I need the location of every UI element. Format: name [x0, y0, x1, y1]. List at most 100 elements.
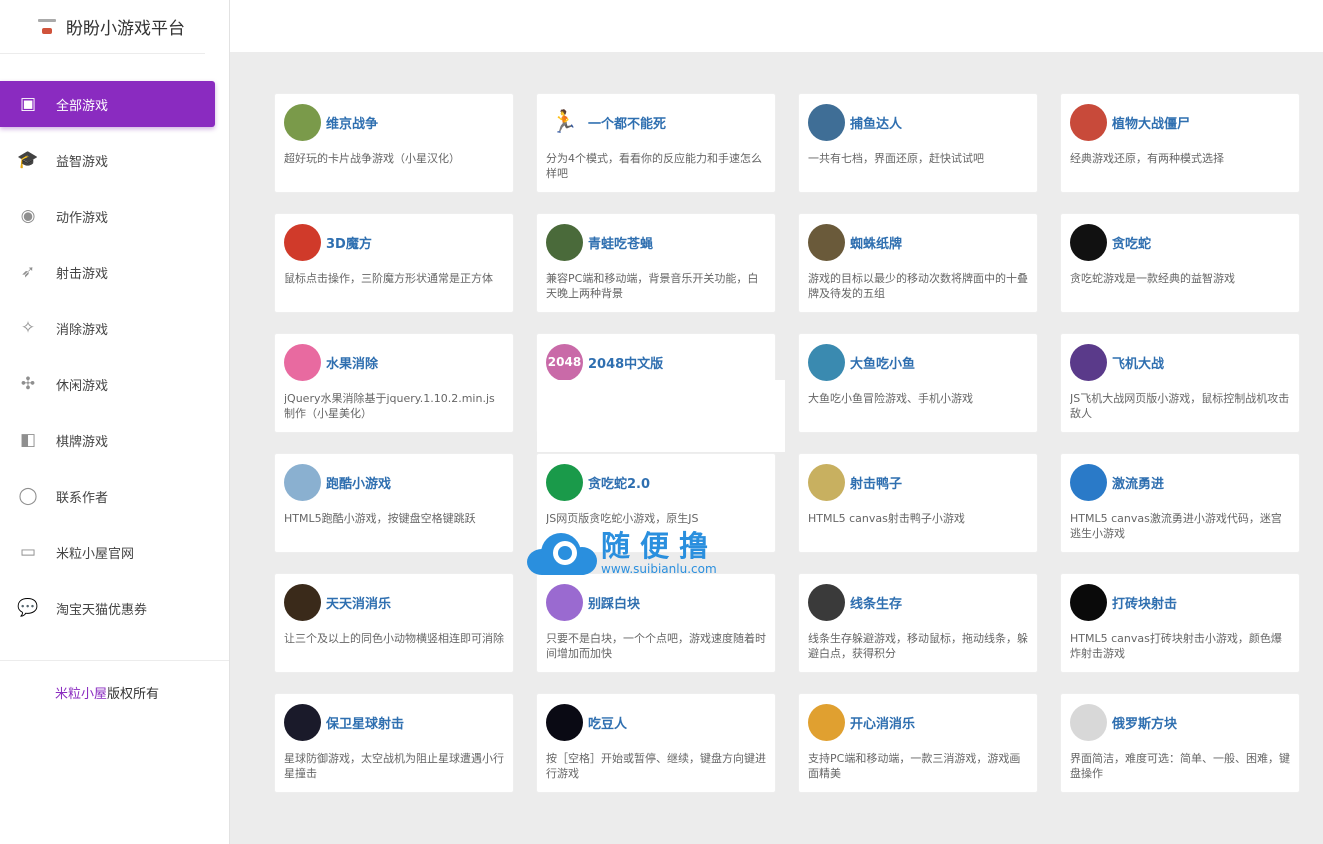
- sidebar-item-9[interactable]: 💬 淘宝天猫优惠券: [0, 585, 215, 631]
- game-title[interactable]: 飞机大战: [1112, 353, 1164, 372]
- game-description: 一共有七档，界面还原，赶快试试吧: [808, 152, 984, 165]
- sidebar-item-label: 休闲游戏: [56, 378, 109, 394]
- laptop-icon: ▭: [19, 542, 37, 562]
- sidebar-item-label: 米粒小屋官网: [56, 546, 135, 562]
- sidebar-item-7[interactable]: ◯ 联系作者: [0, 473, 215, 519]
- game-description: JS网页版贪吃蛇小游戏，原生JS: [546, 512, 699, 525]
- game-title[interactable]: 3D魔方: [326, 233, 372, 252]
- game-card[interactable]: 开心消消乐支持PC端和移动端，一款三消游戏，游戏画面精美: [799, 694, 1037, 792]
- sidebar-item-4[interactable]: ✧ 消除游戏: [0, 305, 215, 351]
- game-card[interactable]: 贪吃蛇2.0 JS网页版贪吃蛇小游戏，原生JS: [537, 454, 775, 552]
- sidebar-item-6[interactable]: ◧ 棋牌游戏: [0, 417, 215, 463]
- game-card[interactable]: 吃豆人 按［空格］开始或暂停、继续，键盘方向键进行游戏: [537, 694, 775, 792]
- game-title[interactable]: 一个都不能死: [588, 113, 666, 132]
- game-description: HTML5 canvas激流勇进小游戏代码，迷宫逃生小游戏: [1070, 512, 1282, 540]
- game-title[interactable]: 跑酷小游戏: [326, 473, 391, 492]
- sidebar-item-label: 益智游戏: [56, 154, 109, 170]
- game-title[interactable]: 线条生存: [850, 593, 902, 612]
- game-title[interactable]: 俄罗斯方块: [1112, 713, 1177, 732]
- game-card[interactable]: 大鱼吃小鱼大鱼吃小鱼冒险游戏、手机小游戏: [799, 334, 1037, 432]
- game-description: HTML5 canvas射击鸭子小游戏: [808, 512, 965, 525]
- game-card[interactable]: 打砖块射击 HTML5 canvas打砖块射击小游戏，颜色爆炸射击游戏: [1061, 574, 1299, 672]
- game-description: JS飞机大战网页版小游戏，鼠标控制战机攻击敌人: [1070, 392, 1290, 420]
- game-title[interactable]: 打砖块射击: [1112, 593, 1177, 612]
- sidebar-item-label: 联系作者: [56, 490, 109, 506]
- game-description: 星球防御游戏，太空战机为阻止星球遭遇小行星撞击: [284, 752, 504, 780]
- game-description: 支持PC端和移动端，一款三消游戏，游戏画面精美: [808, 752, 1021, 780]
- game-card[interactable]: 3D魔方 鼠标点击操作，三阶魔方形状通常是正方体: [275, 214, 513, 312]
- game-title[interactable]: 蜘蛛纸牌: [850, 233, 902, 252]
- game-card[interactable]: 俄罗斯方块界面简洁，难度可选：简单、一般、困难，键盘操作: [1061, 694, 1299, 792]
- game-card[interactable]: 别踩白块只要不是白块，一个个点吧，游戏速度随着时间增加而加快: [537, 574, 775, 672]
- game-thumbnail-icon: [284, 343, 321, 381]
- sidebar-item-label: 动作游戏: [56, 210, 109, 226]
- game-description: 线条生存躲避游戏，移动鼠标，拖动线条，躲避白点，获得积分: [808, 632, 1028, 660]
- game-card[interactable]: 激流勇进 HTML5 canvas激流勇进小游戏代码，迷宫逃生小游戏: [1061, 454, 1299, 552]
- game-card[interactable]: 捕鱼达人一共有七档，界面还原，赶快试试吧: [799, 94, 1037, 192]
- game-description: 只要不是白块，一个个点吧，游戏速度随着时间增加而加快: [546, 632, 766, 660]
- game-card[interactable]: 射击鸭子 HTML5 canvas射击鸭子小游戏: [799, 454, 1037, 552]
- game-card[interactable]: 飞机大战 JS飞机大战网页版小游戏，鼠标控制战机攻击敌人: [1061, 334, 1299, 432]
- game-card[interactable]: 保卫星球射击星球防御游戏，太空战机为阻止星球遭遇小行星撞击: [275, 694, 513, 792]
- sidebar-item-label: 射击游戏: [56, 266, 109, 282]
- game-thumbnail-icon: 2048: [546, 343, 583, 381]
- game-title[interactable]: 植物大战僵尸: [1112, 113, 1190, 132]
- game-thumbnail-icon: [808, 463, 845, 501]
- game-thumbnail-icon: [1070, 223, 1107, 261]
- game-title[interactable]: 开心消消乐: [850, 713, 915, 732]
- game-thumbnail-icon: [546, 583, 583, 621]
- game-thumbnail-icon: [284, 583, 321, 621]
- game-card[interactable]: 🏃 一个都不能死 分为4个模式，看看你的反应能力和手速怎么样吧: [537, 94, 775, 192]
- game-title[interactable]: 大鱼吃小鱼: [850, 353, 915, 372]
- blurred-region: [537, 380, 785, 452]
- copyright-link[interactable]: 米粒小屋: [55, 687, 107, 702]
- game-card[interactable]: 青蛙吃苍蝇 兼容PC端和移动端，背景音乐开关功能，白天晚上两种背景: [537, 214, 775, 312]
- game-title[interactable]: 贪吃蛇: [1112, 233, 1151, 252]
- game-thumbnail-icon: [284, 463, 321, 501]
- game-thumbnail-icon: [808, 223, 845, 261]
- game-title[interactable]: 天天消消乐: [326, 593, 391, 612]
- game-title[interactable]: 激流勇进: [1112, 473, 1164, 492]
- sidebar-item-5[interactable]: ✣ 休闲游戏: [0, 361, 215, 407]
- game-title[interactable]: 青蛙吃苍蝇: [588, 233, 653, 252]
- puzzle-icon: ✧: [20, 318, 36, 338]
- sidebar-item-0[interactable]: ▣ 全部游戏: [0, 81, 215, 127]
- game-title[interactable]: 维京战争: [326, 113, 378, 132]
- game-title[interactable]: 2048中文版: [588, 353, 663, 372]
- user-icon: ◯: [18, 486, 38, 506]
- grid-icon: ◧: [19, 430, 37, 450]
- game-title[interactable]: 水果消除: [326, 353, 378, 372]
- sidebar-item-1[interactable]: 🎓 益智游戏: [0, 137, 215, 183]
- game-card[interactable]: 蜘蛛纸牌 游戏的目标以最少的移动次数将牌面中的十叠牌及待发的五组: [799, 214, 1037, 312]
- game-title[interactable]: 保卫星球射击: [326, 713, 404, 732]
- game-thumbnail-icon: [546, 223, 583, 261]
- game-title[interactable]: 别踩白块: [588, 593, 640, 612]
- sidebar-item-2[interactable]: ◉ 动作游戏: [0, 193, 215, 239]
- game-title[interactable]: 射击鸭子: [850, 473, 902, 492]
- game-card[interactable]: 天天消消乐让三个及以上的同色小动物横竖相连即可消除: [275, 574, 513, 672]
- game-title[interactable]: 吃豆人: [588, 713, 627, 732]
- game-card[interactable]: 水果消除 jQuery水果消除基于jquery.1.10.2.min.js制作（小…: [275, 334, 513, 432]
- game-card[interactable]: 跑酷小游戏 HTML5跑酷小游戏，按键盘空格键跳跃: [275, 454, 513, 552]
- game-card[interactable]: 植物大战僵尸经典游戏还原，有两种模式选择: [1061, 94, 1299, 192]
- game-card[interactable]: 维京战争 超好玩的卡片战争游戏（小星汉化）: [275, 94, 513, 192]
- game-thumbnail-icon: [1070, 343, 1107, 381]
- game-thumbnail-icon: [284, 223, 321, 261]
- site-logo-icon: [36, 16, 58, 38]
- game-description: 大鱼吃小鱼冒险游戏、手机小游戏: [808, 392, 973, 405]
- game-title[interactable]: 贪吃蛇2.0: [588, 473, 650, 492]
- game-card[interactable]: 贪吃蛇 贪吃蛇游戏是一款经典的益智游戏: [1061, 214, 1299, 312]
- brand[interactable]: 盼盼小游戏平台: [0, 0, 205, 54]
- game-card[interactable]: 线条生存线条生存躲避游戏，移动鼠标，拖动线条，躲避白点，获得积分: [799, 574, 1037, 672]
- game-grid: 维京战争 超好玩的卡片战争游戏（小星汉化） 🏃 一个都不能死 分为4个模式，看看你的反应…: [275, 94, 1299, 792]
- game-description: 经典游戏还原，有两种模式选择: [1070, 152, 1224, 165]
- game-thumbnail-icon: [1070, 583, 1107, 621]
- game-thumbnail-icon: [808, 103, 845, 141]
- game-description: 界面简洁，难度可选：简单、一般、困难，键盘操作: [1070, 752, 1290, 780]
- sidebar-item-3[interactable]: ➶ 射击游戏: [0, 249, 215, 295]
- game-thumbnail-icon: [808, 703, 845, 741]
- game-title[interactable]: 捕鱼达人: [850, 113, 902, 132]
- sidebar-item-label: 淘宝天猫优惠券: [56, 602, 148, 618]
- sidebar-item-8[interactable]: ▭ 米粒小屋官网: [0, 529, 215, 575]
- game-description: 让三个及以上的同色小动物横竖相连即可消除: [284, 632, 504, 645]
